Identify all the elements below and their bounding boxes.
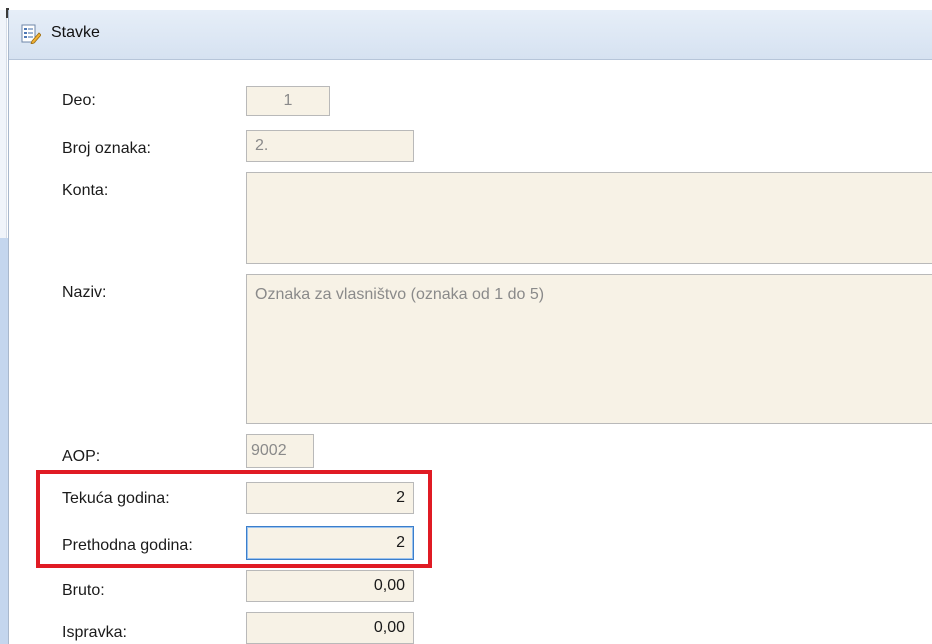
- form-edit-icon: [21, 24, 42, 45]
- tekuca-godina-field[interactable]: 2: [246, 482, 414, 514]
- ispravka-field[interactable]: 0,00: [246, 612, 414, 644]
- broj-oznaka-label: Broj oznaka:: [62, 140, 151, 157]
- konta-field[interactable]: [246, 172, 932, 264]
- ispravka-label: Ispravka:: [62, 624, 127, 641]
- prethodna-godina-label: Prethodna godina:: [62, 537, 193, 554]
- side-tab: [0, 238, 8, 644]
- deo-label: Deo:: [62, 92, 96, 109]
- bruto-label: Bruto:: [62, 582, 105, 599]
- aop-label: AOP:: [62, 448, 101, 465]
- konta-label: Konta:: [62, 182, 109, 199]
- aop-field[interactable]: 9002: [246, 434, 314, 468]
- naziv-field[interactable]: Oznaka za vlasništvo (oznaka od 1 do 5): [246, 274, 932, 424]
- bruto-field[interactable]: 0,00: [246, 570, 414, 602]
- broj-oznaka-field[interactable]: 2.: [246, 130, 414, 162]
- left-window-edge: [0, 10, 8, 644]
- prethodna-godina-field[interactable]: 2: [246, 526, 414, 560]
- window-title: Stavke: [51, 24, 100, 41]
- naziv-label: Naziv:: [62, 284, 107, 301]
- title-bar: Stavke: [9, 10, 932, 60]
- deo-field[interactable]: 1: [246, 86, 330, 116]
- tekuca-godina-label: Tekuća godina:: [62, 490, 170, 507]
